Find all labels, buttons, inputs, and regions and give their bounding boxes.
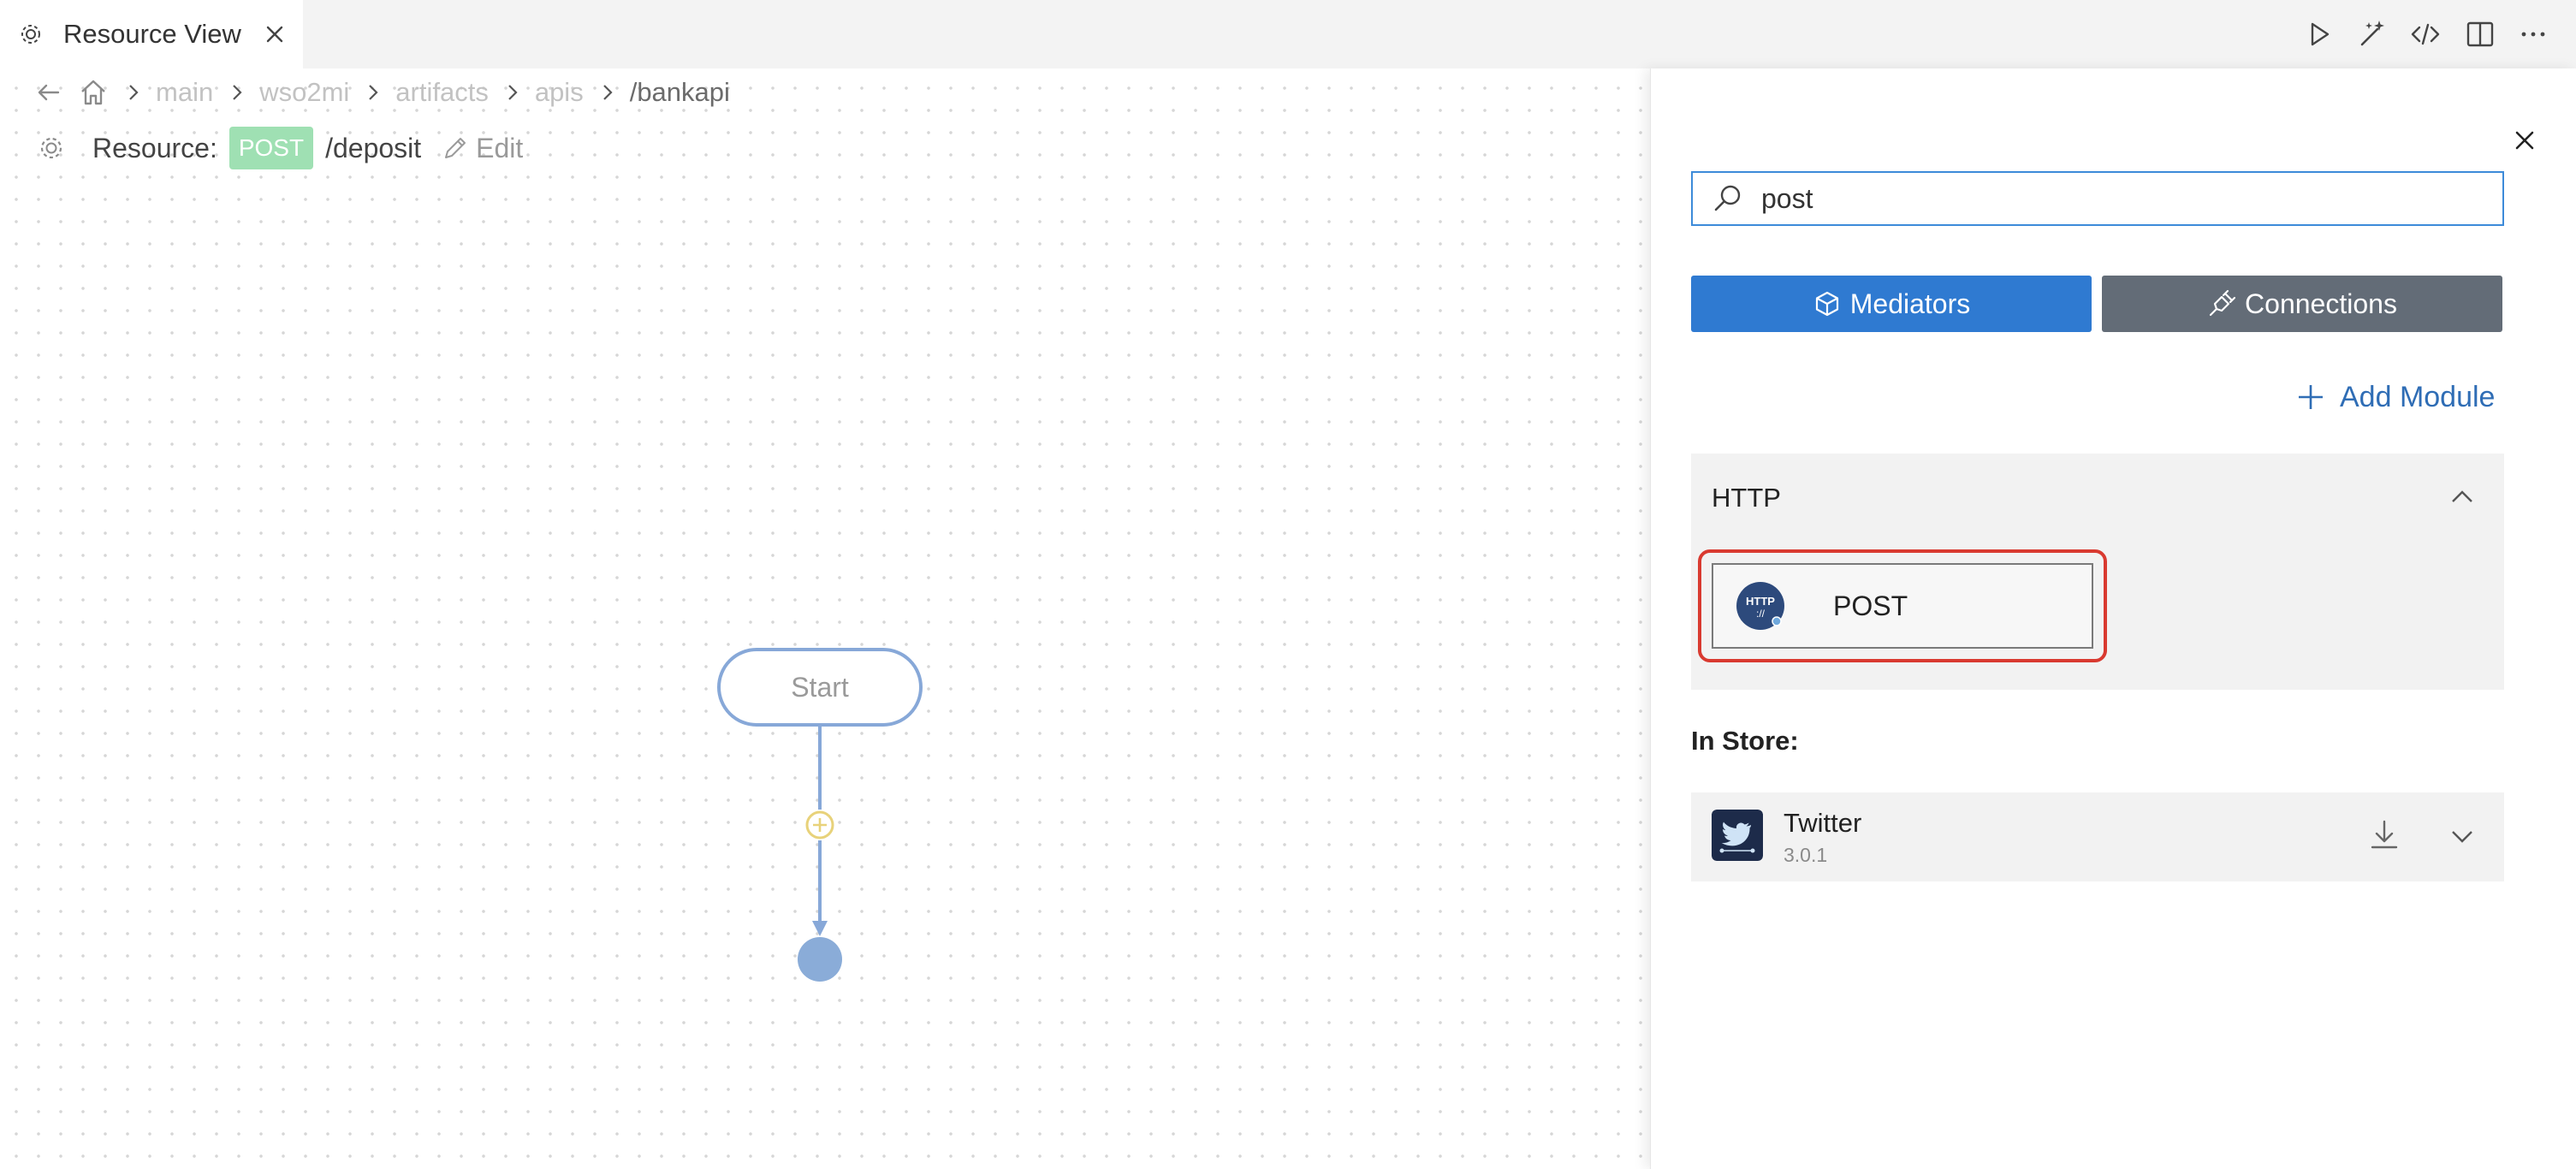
tab-title: Resource View (63, 19, 241, 49)
gear-icon (40, 137, 62, 159)
add-module-button[interactable]: Add Module (2295, 380, 2495, 414)
magic-wand-icon[interactable] (2355, 17, 2389, 51)
twitter-icon (1712, 810, 1763, 861)
close-icon[interactable] (261, 21, 288, 48)
section-title: HTTP (1712, 483, 1781, 513)
breadcrumb-item-bankapi: /bankapi (629, 77, 730, 107)
add-module-label: Add Module (2340, 380, 2496, 413)
back-arrow-icon[interactable] (33, 76, 65, 109)
home-icon[interactable] (77, 76, 110, 109)
split-editor-icon[interactable] (2463, 17, 2497, 51)
breadcrumb-item-wso2mi[interactable]: wso2mi (259, 77, 349, 108)
edit-button[interactable]: Edit (440, 133, 523, 164)
add-mediator-icon[interactable] (804, 810, 835, 840)
resource-path: /deposit (325, 132, 422, 163)
breadcrumb-item-artifacts[interactable]: artifacts (395, 77, 489, 108)
search-field[interactable] (1691, 171, 2504, 226)
mediators-tab-button[interactable]: Mediators (1691, 276, 2092, 332)
cube-icon (1815, 291, 1838, 317)
search-icon (1714, 185, 1741, 211)
store-item-version: 3.0.1 (1784, 844, 1828, 866)
method-badge: POST (229, 127, 314, 169)
breadcrumb: main wso2mi artifacts apis /bankapi (33, 75, 730, 110)
connections-tab-button[interactable]: Connections (2102, 276, 2502, 332)
chevron-down-icon[interactable] (2448, 822, 2477, 851)
chevron-right-icon (233, 85, 242, 100)
edit-label: Edit (476, 132, 524, 163)
chevron-right-icon (129, 85, 139, 100)
tab-resource-view[interactable]: Resource View (0, 0, 303, 68)
store-item-twitter[interactable]: Twitter 3.0.1 (1691, 792, 2504, 881)
resource-header: Resource: POST /deposit Edit (36, 127, 523, 169)
connections-label: Connections (2245, 288, 2397, 319)
breadcrumb-item-apis[interactable]: apis (535, 77, 584, 108)
close-icon[interactable] (2511, 127, 2538, 154)
mediators-label: Mediators (1849, 288, 1971, 319)
end-node[interactable] (798, 937, 842, 982)
chevron-right-icon (369, 85, 378, 100)
resource-label: Resource: (92, 132, 217, 163)
store-item-name: Twitter (1784, 808, 1862, 838)
chevron-right-icon (508, 85, 518, 100)
editor-actions (2294, 17, 2559, 51)
svg-text:://: :// (1756, 608, 1766, 620)
post-card-label: POST (1833, 590, 1908, 621)
run-icon[interactable] (2302, 17, 2336, 51)
in-store-heading: In Store: (1691, 726, 1799, 756)
breadcrumb-item-main[interactable]: main (156, 77, 213, 108)
gear-icon (21, 25, 40, 44)
pencil-icon (445, 138, 466, 158)
start-node[interactable]: Start (717, 648, 923, 727)
http-post-mediator-card[interactable]: HTTP :// POST (1712, 563, 2093, 649)
svg-text:HTTP: HTTP (1746, 595, 1775, 608)
chevron-right-icon (602, 85, 613, 100)
search-input[interactable] (1760, 175, 2461, 223)
code-icon[interactable] (2408, 17, 2442, 51)
plus-icon (2299, 385, 2323, 409)
download-icon[interactable] (2367, 818, 2401, 852)
plug-icon (2209, 289, 2236, 317)
diagram-canvas[interactable] (0, 68, 1650, 1169)
http-icon: HTTP :// (1736, 582, 1784, 630)
chevron-up-icon[interactable] (2448, 483, 2477, 512)
more-icon[interactable] (2516, 17, 2550, 51)
tab-bar: Resource View (0, 0, 2576, 68)
